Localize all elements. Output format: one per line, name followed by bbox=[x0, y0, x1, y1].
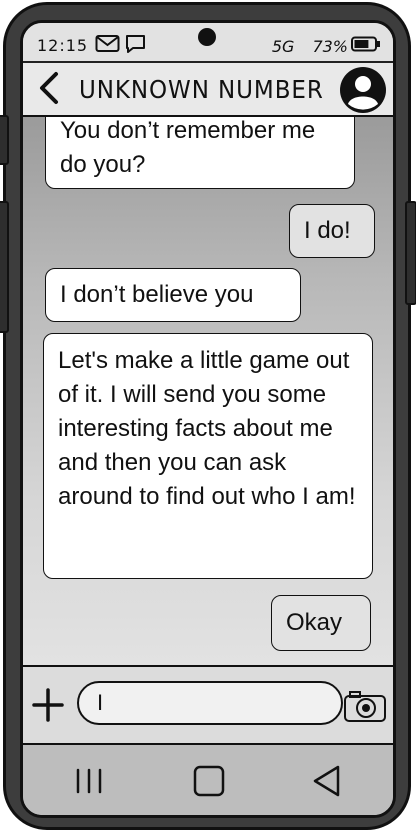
camera-icon bbox=[343, 691, 387, 727]
home-button[interactable] bbox=[189, 765, 229, 801]
plus-icon bbox=[31, 688, 65, 727]
battery-percent: 73% bbox=[312, 36, 348, 56]
back-triangle-icon bbox=[310, 764, 344, 803]
chat-icon bbox=[125, 34, 147, 58]
chevron-left-icon bbox=[36, 71, 62, 110]
phone-screen: 12:15 5G 73% UNKNOWN NUMBER You don’t re… bbox=[20, 20, 396, 818]
network-indicator: 5G bbox=[271, 36, 295, 56]
status-right: 5G 73% bbox=[272, 36, 381, 56]
back-button[interactable] bbox=[31, 71, 67, 109]
message-incoming: I don’t believe you bbox=[45, 268, 301, 322]
message-outgoing: I do! bbox=[289, 204, 375, 258]
camera-button[interactable] bbox=[343, 689, 387, 723]
avatar[interactable] bbox=[339, 66, 387, 114]
side-button bbox=[0, 201, 9, 333]
message-input[interactable] bbox=[77, 681, 343, 725]
volume-button bbox=[0, 115, 9, 165]
composer-bar bbox=[23, 665, 393, 745]
notification-icons bbox=[95, 34, 147, 58]
back-nav-button[interactable] bbox=[307, 765, 347, 801]
message-list[interactable]: You don’t remember me do you? I do! I do… bbox=[23, 117, 393, 665]
message-incoming: Let's make a little game out of it. I wi… bbox=[43, 333, 373, 579]
contact-name: UNKNOWN NUMBER bbox=[79, 75, 324, 104]
chat-header: UNKNOWN NUMBER bbox=[23, 63, 393, 117]
mail-icon bbox=[95, 34, 121, 58]
power-button bbox=[405, 201, 416, 305]
person-icon bbox=[339, 67, 387, 118]
home-icon bbox=[192, 764, 226, 803]
battery-icon bbox=[351, 36, 381, 56]
system-nav-bar bbox=[23, 745, 393, 815]
add-attachment-button[interactable] bbox=[31, 687, 65, 723]
status-bar: 12:15 5G 73% bbox=[23, 23, 393, 63]
recents-button[interactable] bbox=[69, 765, 109, 801]
message-outgoing: Okay bbox=[271, 595, 371, 651]
recents-icon bbox=[72, 766, 106, 801]
front-camera bbox=[198, 28, 216, 46]
status-time: 12:15 bbox=[37, 36, 89, 55]
message-incoming: You don’t remember me do you? bbox=[45, 117, 355, 189]
